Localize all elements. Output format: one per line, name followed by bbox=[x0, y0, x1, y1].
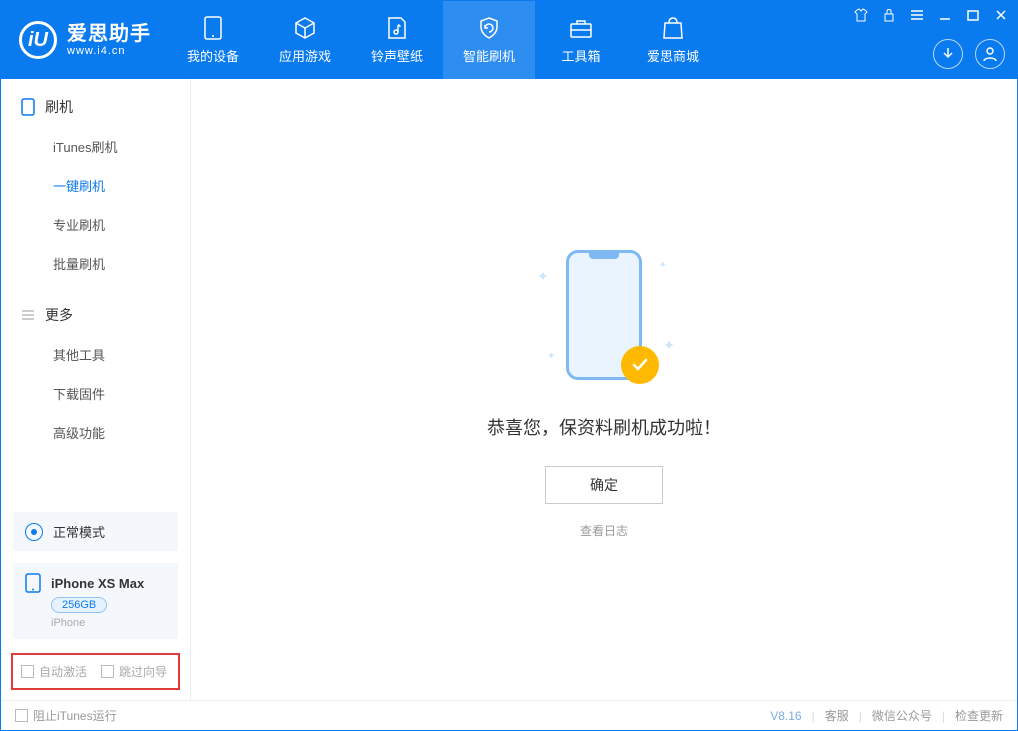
checkbox-auto-activate[interactable]: 自动激活 bbox=[21, 663, 87, 680]
nav-tab-flash[interactable]: 智能刷机 bbox=[443, 1, 535, 79]
device-storage: 256GB bbox=[51, 597, 107, 613]
sidebar: 刷机 iTunes刷机 一键刷机 专业刷机 批量刷机 更多 其他工具 下载固件 … bbox=[1, 79, 191, 700]
download-button[interactable] bbox=[933, 39, 963, 69]
app-url: www.i4.cn bbox=[67, 45, 151, 57]
menu-icon[interactable] bbox=[909, 7, 925, 23]
sparkle-icon: ✦ bbox=[663, 337, 675, 354]
toolbox-icon bbox=[569, 16, 593, 40]
nav-tab-ringtones[interactable]: 铃声壁纸 bbox=[351, 1, 443, 79]
logo-area: iU 爱思助手 www.i4.cn bbox=[1, 1, 167, 79]
version-label: V8.16 bbox=[770, 709, 801, 723]
footer: 阻止iTunes运行 V8.16 | 客服 | 微信公众号 | 检查更新 bbox=[1, 700, 1017, 730]
main-content: ✦ ✦ ✦ ✦ 恭喜您，保资料刷机成功啦！ 确定 查看日志 bbox=[191, 79, 1017, 700]
nav-tab-apps[interactable]: 应用游戏 bbox=[259, 1, 351, 79]
sidebar-item-itunes-flash[interactable]: iTunes刷机 bbox=[1, 127, 190, 166]
sidebar-group-more: 更多 bbox=[1, 305, 190, 335]
device-mode-box[interactable]: 正常模式 bbox=[13, 512, 178, 551]
mode-icon bbox=[25, 523, 43, 541]
success-message: 恭喜您，保资料刷机成功啦！ bbox=[487, 414, 721, 440]
header-right-actions bbox=[933, 39, 1005, 69]
refresh-shield-icon bbox=[477, 16, 501, 40]
bag-icon bbox=[661, 16, 685, 40]
flash-options-highlighted: 自动激活 跳过向导 bbox=[11, 653, 180, 690]
device-name: iPhone XS Max bbox=[51, 576, 144, 591]
lock-icon[interactable] bbox=[881, 7, 897, 23]
footer-link-update[interactable]: 检查更新 bbox=[955, 707, 1003, 724]
logo-icon: iU bbox=[19, 21, 57, 59]
view-log-link[interactable]: 查看日志 bbox=[580, 522, 628, 539]
music-file-icon bbox=[385, 16, 409, 40]
sidebar-item-onekey-flash[interactable]: 一键刷机 bbox=[1, 166, 190, 205]
success-check-icon bbox=[621, 346, 659, 384]
app-name: 爱思助手 bbox=[67, 23, 151, 45]
nav-tab-toolbox[interactable]: 工具箱 bbox=[535, 1, 627, 79]
footer-link-wechat[interactable]: 微信公众号 bbox=[872, 707, 932, 724]
sidebar-item-other-tools[interactable]: 其他工具 bbox=[1, 335, 190, 374]
app-header: iU 爱思助手 www.i4.cn 我的设备 应用游戏 铃声壁纸 智能刷机 工具… bbox=[1, 1, 1017, 79]
checkbox-block-itunes[interactable]: 阻止iTunes运行 bbox=[15, 707, 117, 724]
device-type: iPhone bbox=[51, 617, 166, 629]
device-phone-icon bbox=[25, 573, 41, 593]
nav-tab-device[interactable]: 我的设备 bbox=[167, 1, 259, 79]
sparkle-icon: ✦ bbox=[537, 268, 549, 285]
sidebar-item-download-firmware[interactable]: 下载固件 bbox=[1, 374, 190, 413]
sidebar-item-pro-flash[interactable]: 专业刷机 bbox=[1, 205, 190, 244]
sparkle-icon: ✦ bbox=[659, 260, 667, 271]
device-info-box[interactable]: iPhone XS Max 256GB iPhone bbox=[13, 563, 178, 639]
sidebar-item-batch-flash[interactable]: 批量刷机 bbox=[1, 244, 190, 283]
phone-icon bbox=[201, 16, 225, 40]
close-button[interactable] bbox=[993, 7, 1009, 23]
nav-tab-store[interactable]: 爱思商城 bbox=[627, 1, 719, 79]
footer-link-support[interactable]: 客服 bbox=[825, 707, 849, 724]
window-controls bbox=[853, 7, 1009, 23]
list-icon bbox=[21, 309, 35, 321]
sidebar-item-advanced[interactable]: 高级功能 bbox=[1, 413, 190, 452]
nav-tabs: 我的设备 应用游戏 铃声壁纸 智能刷机 工具箱 爱思商城 bbox=[167, 1, 719, 79]
ok-button[interactable]: 确定 bbox=[545, 466, 663, 504]
sparkle-icon: ✦ bbox=[547, 351, 555, 362]
phone-outline-icon bbox=[21, 98, 35, 116]
user-button[interactable] bbox=[975, 39, 1005, 69]
success-illustration: ✦ ✦ ✦ ✦ bbox=[519, 240, 689, 390]
maximize-button[interactable] bbox=[965, 7, 981, 23]
minimize-button[interactable] bbox=[937, 7, 953, 23]
checkbox-skip-guide[interactable]: 跳过向导 bbox=[101, 663, 167, 680]
cube-icon bbox=[293, 16, 317, 40]
sidebar-group-flash: 刷机 bbox=[1, 97, 190, 127]
shirt-icon[interactable] bbox=[853, 7, 869, 23]
